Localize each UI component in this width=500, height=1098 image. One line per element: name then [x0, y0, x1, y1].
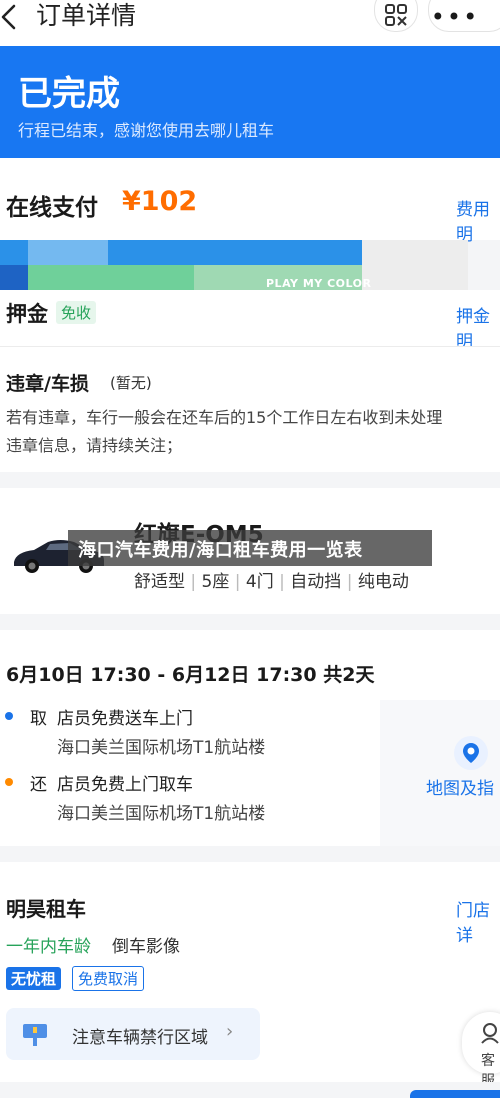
- violation-desc-2: 违章信息，请持续关注；: [6, 436, 183, 455]
- return-mode: 还: [30, 775, 47, 795]
- car-spec: 舒适型: [134, 572, 185, 592]
- ad-block-light-blue: [28, 240, 108, 265]
- notice-flag-icon: [23, 1024, 47, 1046]
- store-name: 明昊租车: [6, 897, 86, 921]
- trip-period: 6月10日 17:30 - 6月12日 17:30 共2天: [6, 664, 375, 686]
- back-button[interactable]: [0, 4, 24, 32]
- more-button[interactable]: •••: [428, 0, 500, 32]
- order-status-title: 已完成: [18, 74, 120, 114]
- violation-desc-1: 若有违章，车行一般会在还车后的15个工作日左右收到未处理: [6, 408, 443, 427]
- more-dots-icon: •••: [430, 3, 480, 31]
- qr-scan-icon: [385, 4, 407, 26]
- map-guide-link[interactable]: 地图及指: [426, 774, 494, 799]
- violation-status: (暂无): [110, 374, 152, 392]
- deposit-label: 押金: [6, 302, 48, 326]
- map-preview[interactable]: [380, 700, 500, 846]
- tag-free-cancel: 免费取消: [72, 966, 145, 991]
- car-specs: 舒适型 | 5座 | 4门 | 自动挡 | 纯电动: [134, 572, 409, 592]
- page-title: 订单详情: [36, 1, 137, 30]
- car-spec: 纯电动: [357, 572, 409, 592]
- store-feature-age: 一年内车龄: [6, 937, 91, 957]
- chevron-left-icon: [1, 4, 16, 30]
- ad-block-green: [28, 265, 194, 290]
- ad-text: PLAY MY COLOR: [266, 277, 372, 290]
- car-spec: 自动挡: [290, 572, 342, 592]
- deposit-badge: 免收: [56, 301, 97, 324]
- return-location: 海口美兰国际机场T1航站楼: [57, 804, 266, 824]
- car-spec: 5座: [201, 572, 230, 592]
- return-dot: [5, 778, 13, 786]
- bottom-action-edge[interactable]: [410, 1090, 500, 1098]
- fee-detail-link[interactable]: 费用明: [456, 195, 500, 245]
- map-pin-icon: [463, 743, 479, 763]
- pickup-service: 店员免费送车上门: [57, 709, 193, 729]
- tag-worry-free: 无忧租: [6, 967, 62, 990]
- notice-text: 注意车辆禁行区域: [72, 1028, 208, 1048]
- car-spec: 4门: [245, 572, 274, 592]
- pickup-location: 海口美兰国际机场T1航站楼: [57, 738, 266, 758]
- return-service: 店员免费上门取车: [57, 775, 193, 795]
- pickup-mode: 取: [30, 709, 47, 729]
- chevron-right-icon: ›: [226, 1021, 234, 1042]
- customer-service-icon: [481, 1023, 499, 1044]
- store-detail-link[interactable]: 门店详: [456, 896, 500, 946]
- article-banner-title: 海口汽车费用/海口租车费用一览表: [78, 540, 363, 561]
- payment-amount: ¥102: [122, 186, 198, 217]
- ad-block-dark-blue: [0, 265, 28, 290]
- store-feature-camera: 倒车影像: [112, 937, 180, 957]
- ad-block-gray: [362, 240, 468, 290]
- deposit-detail-link[interactable]: 押金明: [456, 302, 500, 352]
- order-status-subtitle: 行程已结束，感谢您使用去哪儿租车: [18, 121, 275, 140]
- map-button[interactable]: [454, 736, 488, 770]
- pickup-dot: [5, 712, 13, 720]
- violation-title: 违章/车损: [6, 373, 89, 395]
- payment-label: 在线支付: [6, 195, 98, 221]
